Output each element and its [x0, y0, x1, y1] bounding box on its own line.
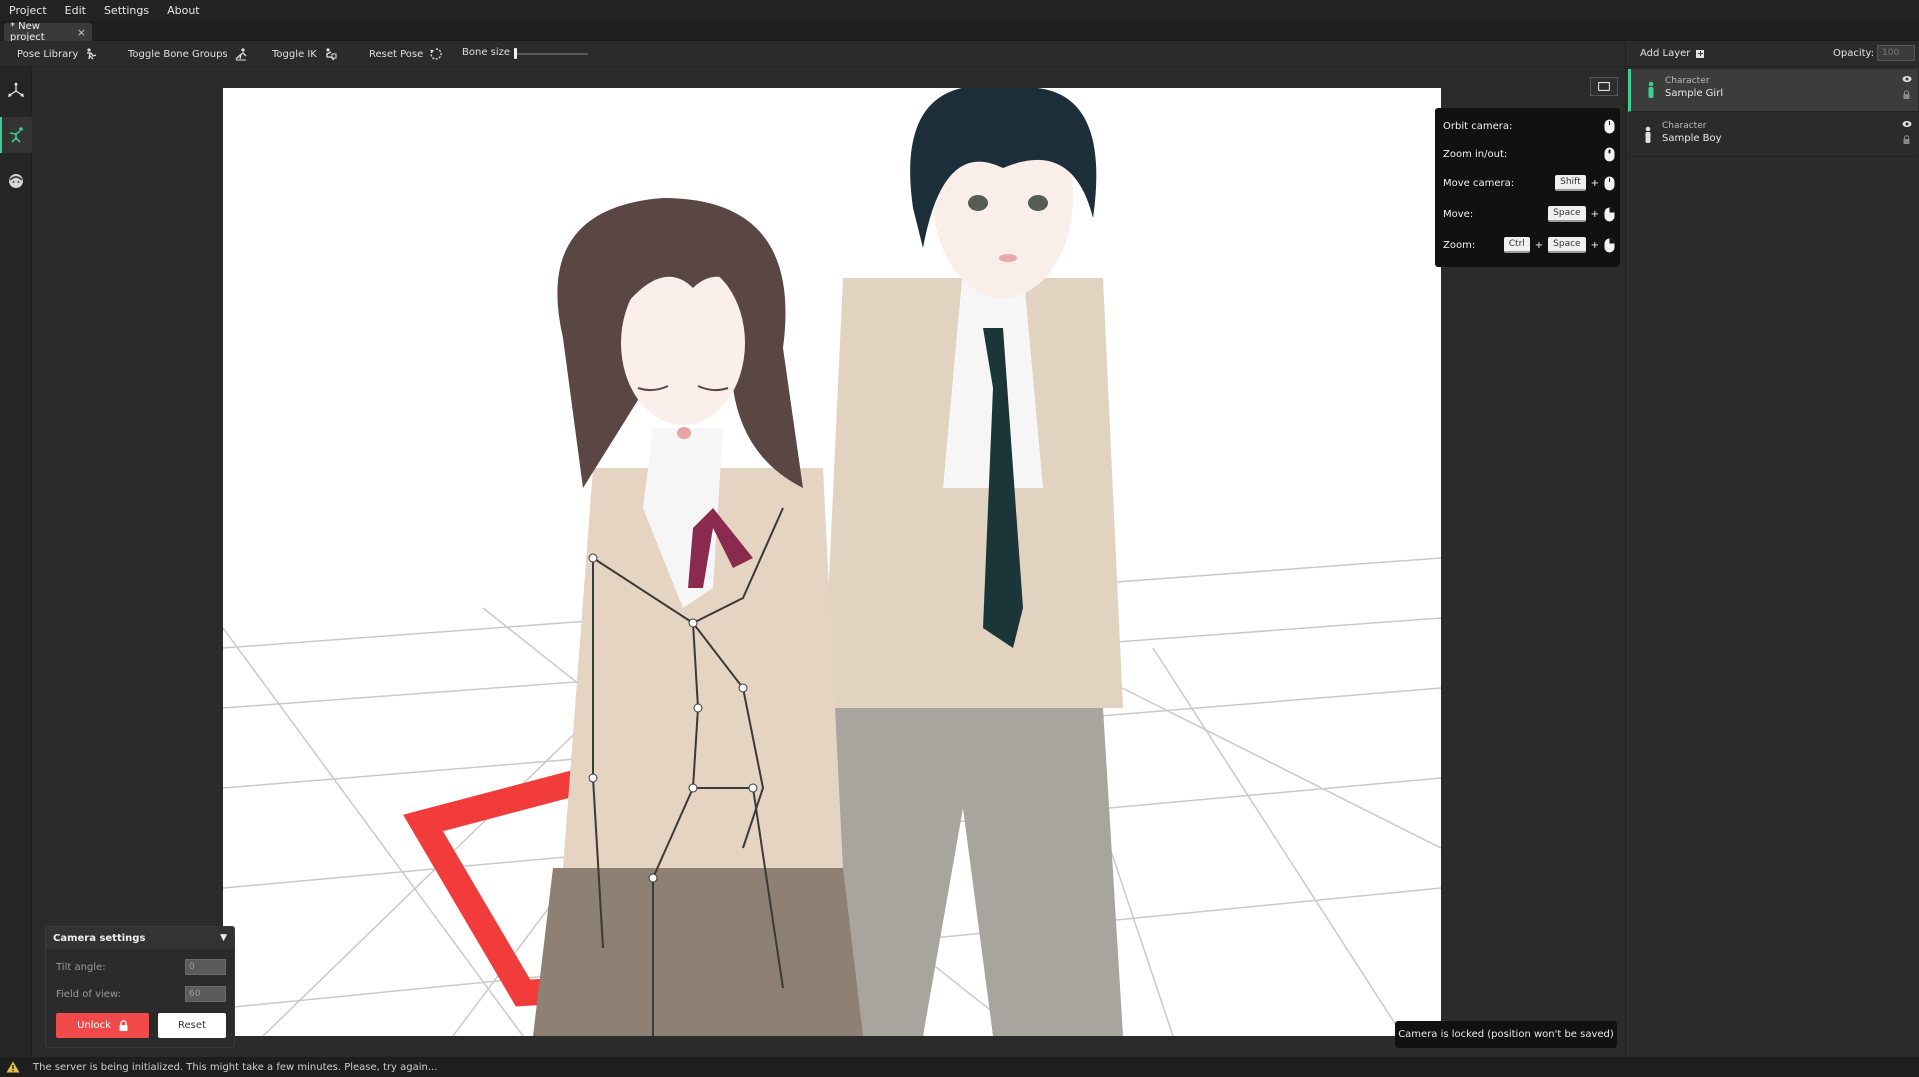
3d-viewport[interactable] [223, 88, 1441, 1036]
layers-panel: Character Sample Girl Character Sample B… [1625, 67, 1919, 1057]
tilt-angle-label: Tilt angle: [56, 961, 106, 973]
opacity-input[interactable] [1877, 45, 1915, 61]
person-icon [1648, 81, 1654, 98]
lock-icon[interactable] [1903, 135, 1910, 144]
status-bar: The server is being initialized. This mi… [0, 1057, 1919, 1077]
layer-name: Sample Boy [1662, 133, 1722, 144]
field-of-view-label: Field of view: [56, 988, 121, 1000]
bone-size-control: Bone size [462, 47, 510, 58]
layer-type: Character [1662, 121, 1707, 131]
face-icon [9, 174, 23, 188]
close-icon[interactable]: × [77, 26, 86, 39]
plus-icon: + [1696, 48, 1705, 58]
pose-tool-button[interactable] [0, 117, 32, 153]
layers-header: Add Layer + Opacity: [1625, 41, 1919, 67]
layer-type: Character [1665, 76, 1710, 86]
pose-figure-icon [9, 127, 23, 143]
help-row-move-camera: Move camera: Shift + [1443, 171, 1615, 195]
mouse-right-click-icon [1604, 207, 1615, 221]
layer-name: Sample Girl [1665, 88, 1724, 99]
camera-settings-header[interactable]: Camera settings ▼ [46, 927, 234, 949]
mouse-right-click-icon [1604, 238, 1615, 252]
mouse-scroll-icon [1604, 147, 1615, 161]
lock-icon[interactable] [1903, 90, 1910, 99]
bone-size-label: Bone size [462, 47, 511, 58]
transform-tool-button[interactable] [0, 72, 32, 108]
transform-gizmo-icon [8, 82, 24, 97]
controls-help-panel: Orbit camera: Zoom in/out: Move camera: … [1435, 108, 1620, 267]
toggle-ik-button[interactable]: Toggle IK [272, 47, 337, 61]
camera-settings-panel: Camera settings ▼ Tilt angle: Field of v… [45, 926, 235, 1048]
toggle-ik-label: Toggle IK [272, 48, 317, 60]
add-layer-label: Add Layer [1640, 48, 1691, 59]
layer-item[interactable]: Character Sample Girl [1628, 69, 1918, 112]
face-tool-button[interactable] [0, 163, 32, 199]
opacity-label: Opacity: [1833, 48, 1875, 59]
toggle-bone-groups-label: Toggle Bone Groups [128, 48, 228, 60]
add-layer-button[interactable]: Add Layer + [1640, 48, 1705, 59]
mouse-left-click-icon [1604, 119, 1615, 133]
unlock-label: Unlock [77, 1020, 111, 1031]
warning-icon [6, 1061, 20, 1073]
reset-camera-button[interactable]: Reset [158, 1013, 226, 1038]
screen-icon [1598, 82, 1610, 91]
toolbar: Pose Library Toggle Bone Groups Toggle I… [0, 41, 1625, 67]
menu-edit[interactable]: Edit [56, 4, 95, 17]
pose-library-button[interactable]: Pose Library [17, 47, 98, 61]
reset-pose-label: Reset Pose [369, 48, 424, 60]
key-space: Space [1548, 206, 1586, 222]
lock-icon [119, 1020, 128, 1031]
ik-icon [326, 48, 337, 61]
pose-library-icon [87, 48, 97, 60]
tilt-angle-input[interactable] [185, 959, 226, 975]
unlock-button[interactable]: Unlock [56, 1013, 149, 1038]
caret-down-icon[interactable]: ▼ [220, 933, 227, 943]
field-of-view-row: Field of view: [56, 984, 226, 1004]
bone-size-slider-thumb[interactable] [514, 48, 517, 59]
help-row-zoom: Zoom: Ctrl + Space + [1443, 233, 1615, 257]
field-of-view-input[interactable] [185, 986, 226, 1002]
tool-sidebar [0, 67, 32, 1057]
tab-label: * New project [10, 21, 45, 43]
eye-icon[interactable] [1902, 75, 1912, 83]
person-icon [1645, 126, 1651, 143]
bone-size-slider[interactable] [514, 53, 588, 55]
camera-locked-toast: Camera is locked (position won't be save… [1395, 1021, 1617, 1048]
reset-pose-icon [430, 48, 443, 60]
tab-bar: * New project × [0, 21, 1919, 43]
camera-settings-title: Camera settings [53, 932, 146, 944]
reset-pose-button[interactable]: Reset Pose [369, 47, 443, 61]
bone-groups-icon [235, 48, 247, 61]
layer-item[interactable]: Character Sample Boy [1628, 114, 1918, 157]
pose-library-label: Pose Library [17, 48, 79, 60]
status-message: The server is being initialized. This mi… [33, 1061, 438, 1073]
key-space: Space [1548, 237, 1586, 253]
toggle-bone-groups-button[interactable]: Toggle Bone Groups [128, 47, 248, 61]
help-row-orbit: Orbit camera: [1443, 114, 1615, 138]
menu-project[interactable]: Project [0, 4, 56, 17]
menu-settings[interactable]: Settings [95, 4, 158, 17]
mouse-left-click-icon [1604, 176, 1615, 190]
menu-bar: Project Edit Settings About [0, 0, 1919, 21]
help-row-zoom-in-out: Zoom in/out: [1443, 142, 1615, 166]
key-ctrl: Ctrl [1503, 237, 1530, 253]
scene-drawing [223, 88, 1441, 1036]
tab-new-project[interactable]: * New project × [4, 21, 92, 43]
eye-icon[interactable] [1902, 120, 1912, 128]
tilt-angle-row: Tilt angle: [56, 957, 226, 977]
help-row-move: Move: Space + [1443, 202, 1615, 226]
key-shift: Shift [1555, 175, 1586, 191]
menu-about[interactable]: About [158, 4, 209, 17]
fullscreen-toggle-button[interactable] [1590, 77, 1618, 96]
